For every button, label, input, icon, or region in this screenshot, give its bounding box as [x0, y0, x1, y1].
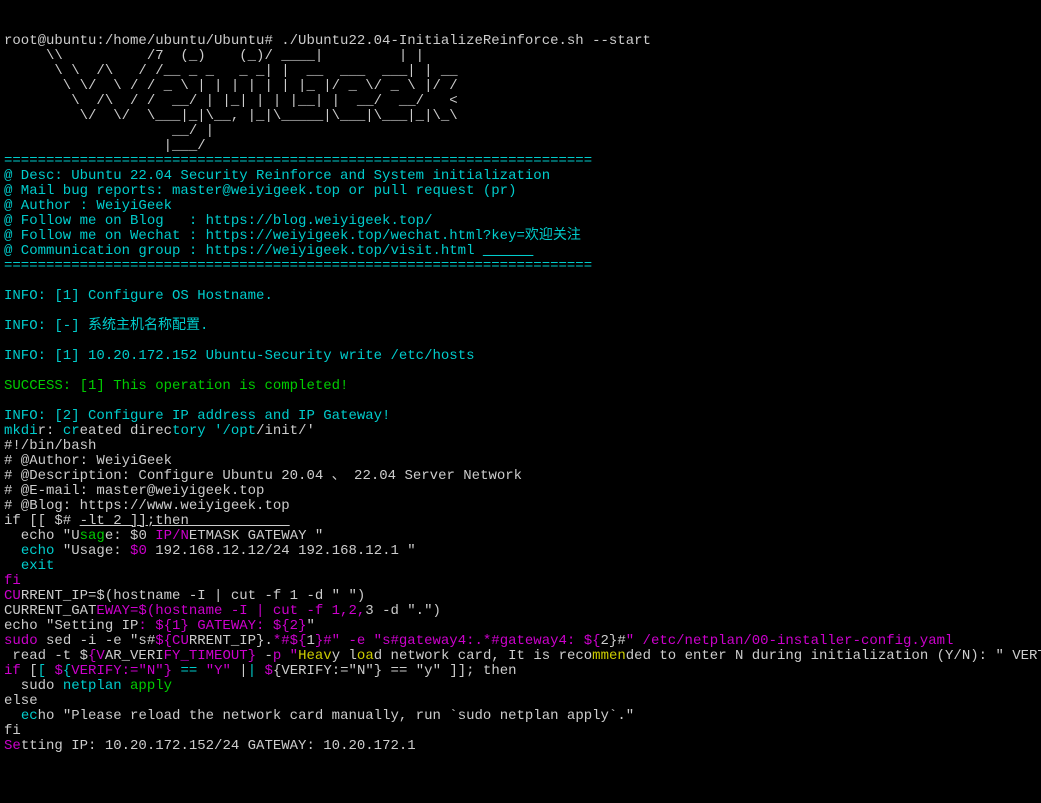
usage-line: echo "Usage: $0 IP/NETMASK GATEWAY " [4, 528, 323, 544]
if-line: if [[ $# -lt 2 ]];then [4, 513, 290, 529]
terminal-output[interactable]: root@ubuntu:/home/ubuntu/Ubuntu# ./Ubunt… [4, 34, 1037, 754]
info-msg: INFO: [1] 10.20.172.152 Ubuntu-Security … [4, 348, 474, 364]
current-gateway-line: CURRENT_GATEWAY=$(hostname -I | cut -f 1… [4, 603, 441, 619]
header-blog: @ Follow me on Blog : https://blog.weiyi… [4, 213, 432, 229]
script-comment: # @E-mail: master@weiyigeek.top [4, 483, 264, 499]
echo-reload-line: echo "Please reload the network card man… [4, 708, 634, 724]
sed-line: sudo sed -i -e "s#${CURRENT_IP}.*#${1}#"… [4, 633, 953, 649]
ascii-art: __/ | [4, 123, 214, 139]
script-comment: #!/bin/bash [4, 438, 96, 454]
info-msg: INFO: [-] 系统主机名称配置. [4, 318, 208, 334]
ascii-art: \/ \/ \___|_|\__, |_|\_____|\___|\___|_|… [4, 108, 458, 124]
header-comm: @ Communication group : https://weiyigee… [4, 243, 533, 259]
exit-line: exit [4, 558, 54, 574]
script-comment: # @Description: Configure Ubuntu 20.04 、… [4, 468, 522, 484]
read-line: read -t ${VAR_VERIFY_TIMEOUT} -p "Heavy … [4, 648, 1041, 664]
header-wechat: @ Follow me on Wechat : https://weiyigee… [4, 228, 581, 244]
script-comment: # @Blog: https://www.weiyigeek.top [4, 498, 290, 514]
prompt-line: root@ubuntu:/home/ubuntu/Ubuntu# ./Ubunt… [4, 33, 651, 49]
divider: ========================================… [4, 153, 592, 169]
ascii-art: \ \ /\ / /__ _ _ _ _| | __ ___ ___| | __ [4, 63, 458, 79]
fi-line: fi [4, 573, 21, 589]
mkdir-line: mkdir: created directory '/opt/init/' [4, 423, 315, 439]
else-line: else [4, 693, 38, 709]
netplan-apply-line: sudo netplan apply [4, 678, 172, 694]
ascii-art: \ \/ \ / / _ \ | | | | | | |_ |/ _ \/ _ … [4, 78, 458, 94]
script-comment: # @Author: WeiyiGeek [4, 453, 172, 469]
header-desc: @ Desc: Ubuntu 22.04 Security Reinforce … [4, 168, 550, 184]
info-msg: INFO: [2] Configure IP address and IP Ga… [4, 408, 390, 424]
ascii-art: \ /\ / / __/ | |_| | | |__| | __/ __/ < [4, 93, 458, 109]
ascii-art: \\ /7 (_) (_)/ ____| | | [4, 48, 424, 64]
header-author: @ Author : WeiyiGeek [4, 198, 172, 214]
divider: ========================================… [4, 258, 592, 274]
fi-line: fi [4, 723, 21, 739]
current-ip-line: CURRENT_IP=$(hostname -I | cut -f 1 -d "… [4, 588, 365, 604]
ascii-art: |___/ [4, 138, 206, 154]
success-msg: SUCCESS: [1] This operation is completed… [4, 378, 348, 394]
if-verify-line: if [[ ${VERIFY:="N"} == "Y" || ${VERIFY:… [4, 663, 517, 679]
echo-setting-line: echo "Setting IP: ${1} GATEWAY: ${2}" [4, 618, 315, 634]
info-msg: INFO: [1] Configure OS Hostname. [4, 288, 273, 304]
header-mail: @ Mail bug reports: master@weiyigeek.top… [4, 183, 516, 199]
setting-ip-line: Setting IP: 10.20.172.152/24 GATEWAY: 10… [4, 738, 416, 754]
usage-line: echo "Usage: $0 192.168.12.12/24 192.168… [4, 543, 416, 559]
